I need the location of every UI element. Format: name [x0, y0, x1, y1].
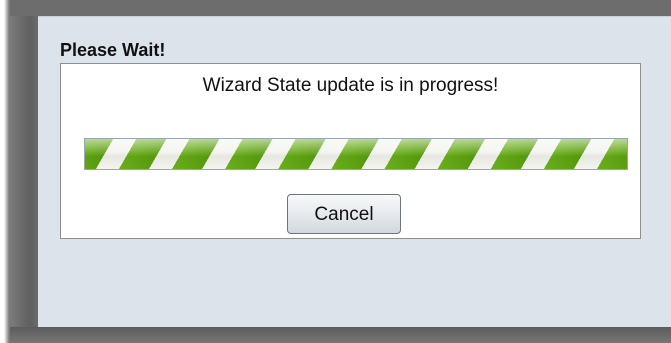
please-wait-dialog: Please Wait! Wizard State update is in p…: [38, 16, 671, 327]
progress-panel: Wizard State update is in progress! Canc…: [60, 63, 641, 239]
overlay-shadow-left: [0, 0, 38, 343]
progress-bar-fill: [85, 139, 627, 169]
progress-bar: [84, 138, 628, 170]
cancel-button[interactable]: Cancel: [287, 194, 401, 234]
progress-message: Wizard State update is in progress!: [202, 75, 499, 96]
dialog-title: Please Wait!: [60, 40, 166, 60]
overlay-shadow-top: [10, 0, 671, 16]
overlay-shadow-bottom: [10, 327, 671, 343]
